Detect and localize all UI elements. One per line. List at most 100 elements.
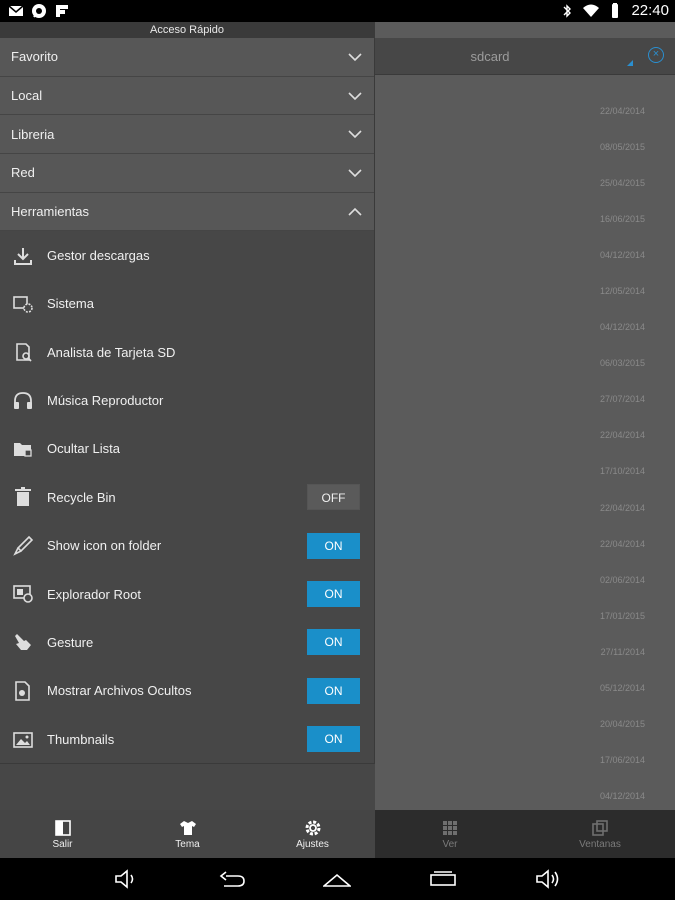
root-explorer-icon bbox=[12, 583, 34, 605]
theme-label: Tema bbox=[175, 838, 200, 850]
status-bar: 22:40 bbox=[0, 0, 675, 22]
path-bar[interactable]: sdcard × bbox=[375, 38, 675, 75]
headphones-icon bbox=[12, 390, 34, 412]
tool-label: Sistema bbox=[47, 296, 94, 312]
exit-button[interactable]: Salir bbox=[0, 810, 125, 858]
flipboard-icon bbox=[56, 5, 68, 17]
file-date: 06/03/2015 bbox=[599, 358, 645, 369]
category-red[interactable]: Red bbox=[0, 154, 374, 193]
view-label: Ver bbox=[442, 838, 458, 850]
exit-label: Salir bbox=[52, 838, 73, 850]
category-label: Herramientas bbox=[11, 204, 90, 220]
toggle-switch[interactable]: OFF bbox=[307, 484, 360, 511]
file-date: 05/12/2014 bbox=[599, 682, 645, 693]
tool-label: Ocultar Lista bbox=[47, 441, 120, 457]
tool-label: Gestor descargas bbox=[47, 248, 150, 264]
recents-icon[interactable] bbox=[429, 867, 457, 891]
tool-ocultar-lista[interactable]: Ocultar Lista bbox=[0, 425, 374, 473]
windows-button[interactable]: Ventanas bbox=[525, 810, 675, 858]
file-date: 17/10/2014 bbox=[599, 466, 645, 477]
category-label: Libreria bbox=[11, 126, 55, 142]
theme-button[interactable]: Tema bbox=[125, 810, 250, 858]
trash-icon bbox=[12, 486, 34, 508]
view-button[interactable]: Ver bbox=[375, 810, 525, 858]
toggle-switch[interactable]: ON bbox=[307, 629, 360, 656]
home-icon[interactable] bbox=[323, 867, 351, 891]
path-dropdown-indicator bbox=[627, 60, 633, 66]
battery-icon bbox=[612, 2, 619, 18]
tool-show-icon-on-folder[interactable]: Show icon on folder ON bbox=[0, 522, 374, 570]
file-date: 02/06/2014 bbox=[599, 574, 645, 585]
windows-icon bbox=[592, 819, 608, 836]
clock: 22:40 bbox=[631, 2, 669, 19]
file-date: 08/05/2015 bbox=[599, 142, 645, 153]
windows-label: Ventanas bbox=[579, 838, 621, 850]
file-date: 17/01/2015 bbox=[599, 610, 645, 621]
quick-access-drawer: Acceso Rápido Favorito Local Libreria Red He… bbox=[0, 22, 375, 810]
exit-icon bbox=[54, 819, 71, 836]
category-herramientas[interactable]: Herramientas bbox=[0, 192, 374, 232]
download-icon bbox=[12, 245, 34, 267]
tool-label: Mostrar Archivos Ocultos bbox=[47, 683, 192, 699]
chevron-down-icon bbox=[348, 53, 362, 61]
chevron-down-icon bbox=[348, 169, 362, 178]
tool-label: Gesture bbox=[47, 634, 94, 650]
file-date: 25/04/2015 bbox=[599, 178, 645, 189]
category-favorito[interactable]: Favorito bbox=[0, 38, 374, 77]
file-date: 22/04/2014 bbox=[599, 502, 645, 513]
tool-label: Analista de Tarjeta SD bbox=[47, 344, 176, 360]
tool-musica-reproductor[interactable]: Música Reproductor bbox=[0, 376, 374, 424]
navigation-bar bbox=[0, 858, 675, 900]
tool-explorador-root[interactable]: Explorador Root ON bbox=[0, 570, 374, 618]
category-local[interactable]: Local bbox=[0, 76, 374, 116]
toggle-switch[interactable]: ON bbox=[307, 532, 360, 559]
tool-gestor-descargas[interactable]: Gestor descargas bbox=[0, 231, 374, 279]
tool-gesture[interactable]: Gesture ON bbox=[0, 618, 374, 666]
chevron-down-icon bbox=[348, 91, 362, 100]
chat-icon bbox=[32, 4, 46, 18]
tool-label: Thumbnails bbox=[47, 731, 115, 747]
file-date: 17/06/2014 bbox=[599, 754, 645, 765]
tool-mostrar-archivos-ocultos[interactable]: Mostrar Archivos Ocultos ON bbox=[0, 667, 374, 715]
file-date: 04/12/2014 bbox=[599, 322, 645, 333]
category-libreria[interactable]: Libreria bbox=[0, 115, 374, 155]
shirt-icon bbox=[179, 820, 196, 835]
tool-label: Recycle Bin bbox=[47, 489, 116, 505]
tool-sistema[interactable]: Sistema bbox=[0, 280, 374, 328]
drawer-title: Acceso Rápido bbox=[0, 22, 374, 38]
sd-card-analyzer-icon bbox=[12, 341, 34, 363]
gear-icon bbox=[305, 820, 320, 835]
current-path: sdcard bbox=[470, 49, 510, 64]
gesture-hand-icon bbox=[12, 631, 34, 653]
back-icon[interactable] bbox=[218, 867, 246, 891]
bluetooth-icon bbox=[563, 3, 572, 18]
file-date: 27/07/2014 bbox=[599, 394, 645, 405]
mail-icon bbox=[8, 5, 24, 16]
file-date: 22/04/2014 bbox=[599, 430, 645, 441]
category-label: Favorito bbox=[11, 49, 58, 65]
volume-down-icon[interactable] bbox=[113, 867, 141, 891]
volume-up-icon[interactable] bbox=[534, 867, 562, 891]
toggle-switch[interactable]: ON bbox=[307, 726, 360, 753]
category-label: Red bbox=[11, 165, 35, 181]
tool-thumbnails[interactable]: Thumbnails ON bbox=[0, 715, 374, 763]
file-date: 27/11/2014 bbox=[600, 646, 645, 657]
chevron-down-icon bbox=[348, 130, 362, 139]
system-settings-icon bbox=[12, 293, 34, 315]
tool-label: Música Reproductor bbox=[47, 393, 164, 409]
thumbnail-image-icon bbox=[12, 728, 34, 750]
tool-label: Explorador Root bbox=[47, 586, 141, 602]
brush-icon bbox=[12, 535, 34, 557]
settings-label: Ajustes bbox=[296, 838, 329, 850]
toggle-switch[interactable]: ON bbox=[307, 677, 360, 704]
wifi-icon bbox=[583, 4, 600, 17]
close-icon[interactable]: × bbox=[648, 47, 664, 63]
hidden-folder-icon bbox=[12, 438, 34, 460]
settings-button[interactable]: Ajustes bbox=[250, 810, 375, 858]
drawer-footer-space bbox=[0, 763, 375, 810]
tool-analista-de-tarjeta-sd[interactable]: Analista de Tarjeta SD bbox=[0, 328, 374, 376]
toggle-switch[interactable]: ON bbox=[307, 581, 360, 608]
file-date: 04/12/2014 bbox=[599, 250, 645, 261]
tool-recycle-bin[interactable]: Recycle Bin OFF bbox=[0, 473, 374, 521]
file-browser-pane: sdcard × 22/04/2014 08/05/2015 25/04/2015 1… bbox=[375, 22, 675, 810]
